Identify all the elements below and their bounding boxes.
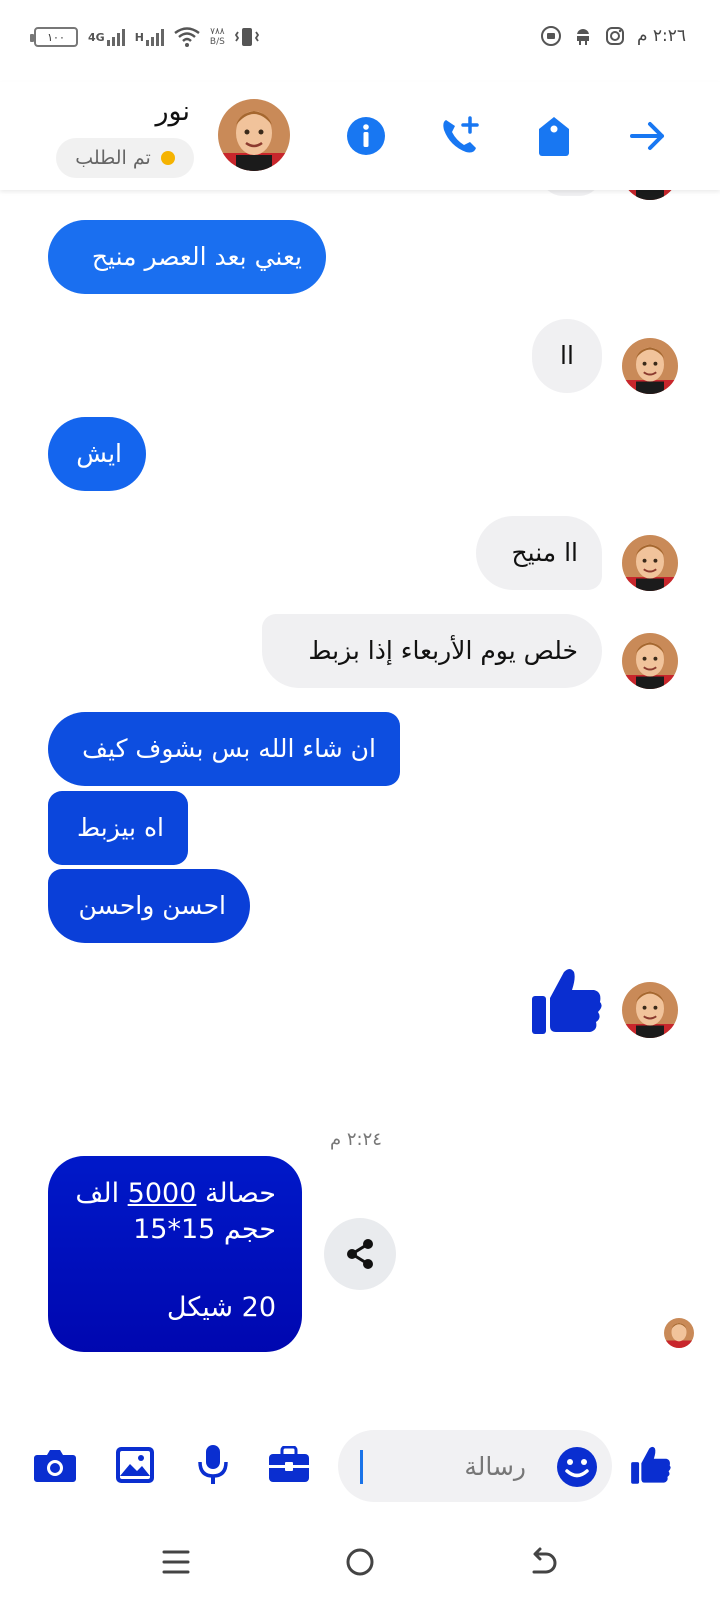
tag-button[interactable] [530, 112, 578, 160]
network-label-4g: 4G [88, 30, 105, 44]
status-text: تم الطلب [75, 147, 151, 169]
tag-icon [539, 117, 569, 156]
instagram-icon [605, 27, 624, 45]
contact-avatar-small[interactable] [622, 338, 678, 394]
product-line-2: حجم 15*15 [133, 1214, 276, 1245]
message-input-box[interactable] [338, 1430, 612, 1502]
outgoing-message-bubble[interactable]: احسن واحسن [48, 869, 250, 943]
gallery-button[interactable] [110, 1440, 160, 1490]
incoming-message-bubble[interactable]: اا منيح [476, 516, 602, 590]
avatar-image [622, 338, 678, 394]
network-label-h: H [134, 30, 144, 44]
android-icon [575, 29, 590, 45]
product-line-1: حصالة 5000 الف [74, 1176, 276, 1212]
avatar-image [218, 99, 290, 171]
vibrate-icon [234, 28, 259, 46]
like-sticker-icon[interactable] [530, 964, 604, 1038]
network-speed: ٧٨٨ B/S [210, 27, 225, 47]
home-icon [346, 1548, 374, 1576]
contact-name: نور [155, 96, 190, 127]
message-input[interactable] [362, 1430, 532, 1502]
chat-header: نور تم الطلب [0, 82, 720, 190]
contact-avatar-small[interactable] [622, 982, 678, 1038]
avatar-image [622, 633, 678, 689]
avatar-image [622, 190, 678, 200]
signal-bars-icon-2 [145, 28, 164, 46]
incoming-message-bubble[interactable] [540, 190, 602, 196]
back-button[interactable] [520, 1538, 568, 1586]
share-icon [347, 1239, 373, 1269]
chat-thread[interactable]: يعني بعد العصر منيح اا ايش اا منيح خلص ي… [0, 190, 720, 1422]
info-button[interactable] [342, 112, 390, 160]
outgoing-message-bubble[interactable]: ان شاء الله بس بشوف كيف [48, 712, 400, 786]
battery-level: ١٠٠ [47, 30, 65, 44]
forward-arrow-button[interactable] [624, 112, 672, 160]
battery-icon: ١٠٠ [30, 27, 78, 47]
avatar-image [622, 535, 678, 591]
microphone-button[interactable] [188, 1440, 238, 1490]
contact-avatar[interactable] [218, 99, 290, 171]
product-line-1-prefix: حصالة [196, 1178, 276, 1209]
avatar-image [622, 982, 678, 1038]
status-bar: ١٠٠ 4G H ٧٨٨ B/S ٢:٢٦ م [0, 0, 720, 82]
incoming-message-bubble[interactable]: اا [532, 319, 602, 393]
clock: ٢:٢٦ م [636, 26, 686, 46]
home-button[interactable] [336, 1538, 384, 1586]
order-status-pill[interactable]: تم الطلب [56, 138, 194, 178]
status-dot-icon [160, 151, 175, 165]
toolbox-icon [269, 1446, 309, 1482]
info-icon [347, 117, 385, 155]
product-message-bubble[interactable]: حصالة 5000 الف حجم 15*15 20 شيكل [48, 1156, 302, 1352]
like-button[interactable] [626, 1440, 676, 1490]
camera-icon [34, 1450, 76, 1482]
share-button[interactable] [324, 1218, 396, 1290]
toolbox-button[interactable] [264, 1440, 314, 1490]
microphone-icon [198, 1445, 228, 1484]
message-composer [0, 1422, 720, 1510]
forward-arrow-icon [630, 122, 664, 150]
product-line-1-suffix: الف [75, 1178, 128, 1209]
message-timestamp: ٢:٢٤ م [330, 1129, 382, 1150]
speed-unit: B/S [209, 37, 225, 47]
contact-avatar-small[interactable] [622, 633, 678, 689]
product-line-3 [74, 1248, 276, 1284]
speed-value: ٧٨٨ [210, 27, 225, 37]
product-line-1-number: 5000 [127, 1178, 197, 1209]
recent-apps-button[interactable] [152, 1538, 200, 1586]
status-right: ٢:٢٦ م [540, 26, 686, 46]
gallery-icon [116, 1447, 154, 1483]
like-icon [631, 1446, 671, 1484]
contact-avatar-small[interactable] [622, 535, 678, 591]
outgoing-message-bubble[interactable]: ايش [48, 417, 146, 491]
incoming-message-bubble[interactable]: خلص يوم الأربعاء إذا بزبط [262, 614, 602, 688]
outgoing-message-bubble[interactable]: اه بيزبط [48, 791, 188, 865]
menu-icon [162, 1550, 190, 1574]
wifi-icon [174, 27, 200, 47]
contact-avatar-small [622, 190, 678, 200]
camera-button[interactable] [30, 1440, 80, 1490]
avatar-image [664, 1318, 694, 1348]
status-left: ١٠٠ 4G H ٧٨٨ B/S [30, 26, 259, 48]
system-nav-bar [0, 1510, 720, 1612]
back-icon [532, 1547, 557, 1574]
product-line-4: 20 شيكل [166, 1292, 276, 1323]
outgoing-message-bubble[interactable]: يعني بعد العصر منيح [48, 220, 326, 294]
signal-bars-icon [106, 28, 125, 46]
add-call-button[interactable] [436, 112, 484, 160]
screen-record-icon [540, 26, 561, 46]
read-receipt-avatar [664, 1318, 694, 1348]
emoji-icon[interactable] [556, 1446, 598, 1488]
add-call-icon [443, 116, 479, 153]
